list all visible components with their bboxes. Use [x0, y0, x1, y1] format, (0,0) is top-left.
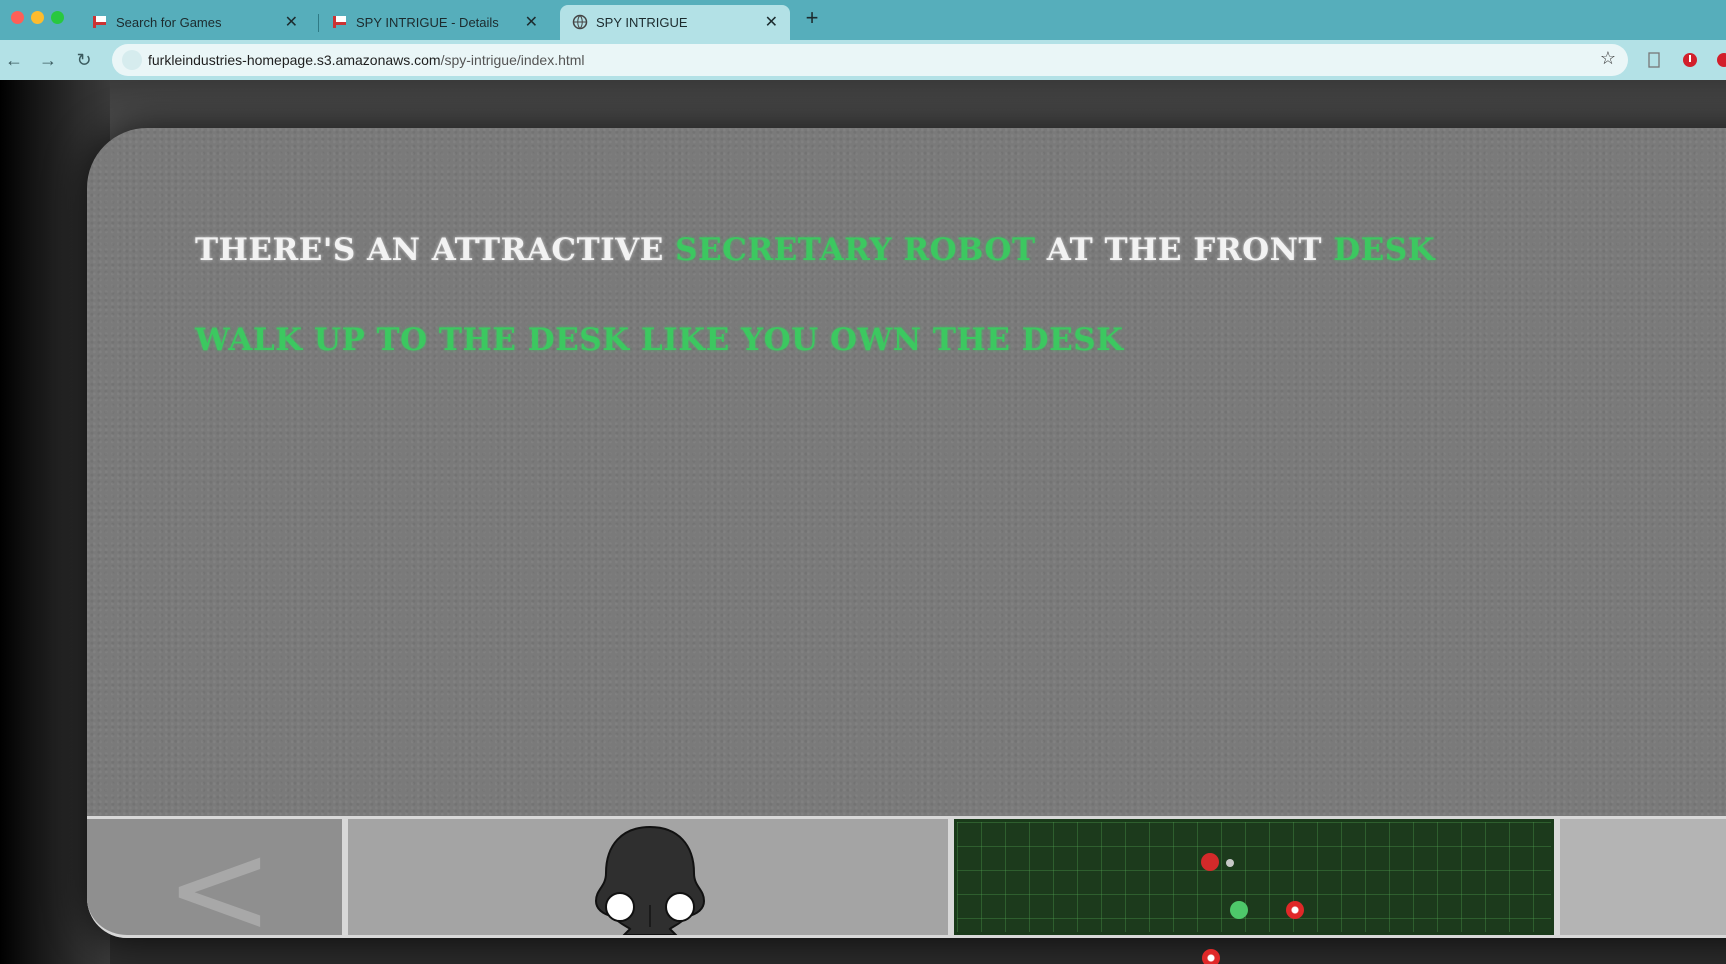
- radar-grid: [957, 822, 1551, 964]
- radar-enemy-dot: [1202, 949, 1220, 964]
- back-arrow-icon[interactable]: ←: [2, 48, 26, 72]
- game-site-icon: [333, 16, 346, 28]
- character-portrait-panel: [345, 816, 951, 938]
- close-tab-icon[interactable]: ✕: [525, 12, 538, 32]
- forward-arrow-icon[interactable]: →: [36, 48, 60, 72]
- address-bar[interactable]: furkleindustries-homepage.s3.amazonaws.c…: [112, 44, 1628, 76]
- extension-icon[interactable]: [1682, 52, 1698, 68]
- story-line-1: THERE'S AN ATTRACTIVE SECRETARY ROBOT AT…: [195, 232, 1435, 268]
- browser-toolbar: ← → ↻ furkleindustries-homepage.s3.amazo…: [0, 40, 1726, 80]
- game-viewport: THERE'S AN ATTRACTIVE SECRETARY ROBOT AT…: [0, 80, 1726, 964]
- game-site-icon: [93, 16, 106, 28]
- inventory-panel[interactable]: [1557, 816, 1726, 938]
- story-text: AT THE FRONT: [1035, 232, 1334, 268]
- url-path: /spy-intrigue/index.html: [440, 52, 585, 68]
- close-window-button[interactable]: [11, 11, 24, 24]
- back-button[interactable]: <: [87, 816, 345, 953]
- close-tab-icon[interactable]: ✕: [765, 12, 778, 32]
- tab-divider: [318, 14, 319, 32]
- radar-player-dot: [1230, 901, 1248, 919]
- reload-icon[interactable]: ↻: [72, 48, 96, 72]
- close-tab-icon[interactable]: ✕: [285, 12, 298, 32]
- tab-spy-intrigue-details[interactable]: SPY INTRIGUE - Details ✕: [320, 5, 550, 40]
- browser-tab-bar: Search for Games ✕ SPY INTRIGUE - Detail…: [0, 0, 1726, 40]
- url-host: furkleindustries-homepage.s3.amazonaws.c…: [148, 52, 441, 68]
- extension-icon[interactable]: [1716, 52, 1726, 68]
- site-settings-icon[interactable]: [122, 50, 142, 70]
- globe-icon: [572, 14, 588, 30]
- story-text: THERE'S AN ATTRACTIVE: [195, 232, 676, 268]
- character-face-icon: [594, 825, 706, 935]
- radar-map: [951, 816, 1557, 964]
- tab-label: SPY INTRIGUE - Details: [356, 15, 499, 30]
- game-panel: THERE'S AN ATTRACTIVE SECRETARY ROBOT AT…: [87, 128, 1726, 964]
- back-chevron-icon: <: [165, 812, 274, 964]
- document-icon[interactable]: [1646, 52, 1662, 68]
- radar-enemy-dot: [1201, 853, 1219, 871]
- story-keyword[interactable]: DESK: [1333, 232, 1435, 268]
- radar-marker-dot: [1226, 859, 1234, 867]
- radar-enemy-dot: [1286, 901, 1304, 919]
- tab-label: SPY INTRIGUE: [596, 15, 688, 30]
- bookmark-star-icon[interactable]: ☆: [1600, 48, 1616, 69]
- maximize-window-button[interactable]: [51, 11, 64, 24]
- story-choice[interactable]: WALK UP TO THE DESK LIKE YOU OWN THE DES…: [195, 322, 1124, 358]
- new-tab-button[interactable]: +: [800, 5, 824, 31]
- bottom-hud: <: [87, 816, 1726, 964]
- tab-label: Search for Games: [116, 15, 222, 30]
- minimize-window-button[interactable]: [31, 11, 44, 24]
- url-text: furkleindustries-homepage.s3.amazonaws.c…: [148, 52, 585, 68]
- tab-spy-intrigue[interactable]: SPY INTRIGUE ✕: [560, 5, 790, 40]
- story-keyword[interactable]: SECRETARY ROBOT: [675, 232, 1035, 268]
- tab-search-for-games[interactable]: Search for Games ✕: [80, 5, 310, 40]
